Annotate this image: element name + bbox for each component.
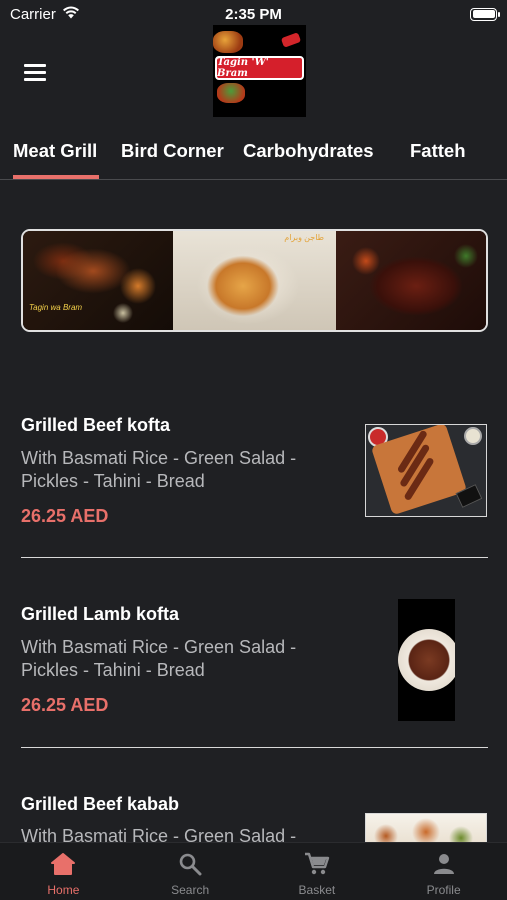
promo-banner[interactable]: Tagin wa Bram طاجن وبرام	[21, 229, 488, 332]
wifi-icon	[62, 6, 80, 23]
logo-text: Tagin 'W' Bram	[217, 57, 269, 79]
divider	[21, 747, 488, 748]
battery-icon	[470, 7, 500, 21]
tab-fatteh[interactable]: Fatteh	[410, 140, 466, 162]
cart-icon	[304, 851, 330, 877]
nav-search-label: Search	[171, 883, 210, 897]
divider	[21, 557, 488, 558]
nav-home[interactable]: Home	[0, 843, 127, 900]
category-tabs: Meat Grill Bird Corner Carbohydrates Fat…	[0, 130, 507, 180]
banner-watermark-arabic: طاجن وبرام	[284, 233, 324, 242]
item-name: Grilled Beef kofta	[21, 415, 171, 435]
app-header: Tagin 'W' Bram	[0, 25, 507, 120]
item-description: With Basmati Rice - Green Salad - Pickle…	[21, 637, 297, 680]
item-description: With Basmati Rice - Green Salad - Pickle…	[21, 448, 297, 491]
search-icon	[177, 851, 203, 877]
item-price: 26.25 AED	[21, 695, 109, 715]
item-image	[365, 424, 487, 517]
nav-home-label: Home	[47, 883, 80, 897]
active-tab-indicator	[13, 175, 99, 179]
item-name: Grilled Lamb kofta	[21, 604, 180, 624]
tab-carbohydrates[interactable]: Carbohydrates	[243, 140, 374, 162]
nav-search[interactable]: Search	[127, 843, 254, 900]
bottom-nav: Home Search Basket Profile	[0, 842, 507, 900]
nav-profile[interactable]: Profile	[380, 843, 507, 900]
nav-basket[interactable]: Basket	[254, 843, 381, 900]
item-name: Grilled Beef kabab	[21, 794, 180, 814]
home-icon	[50, 851, 76, 877]
banner-image-chicken: طاجن وبرام	[173, 231, 336, 330]
tab-bird-corner[interactable]: Bird Corner	[121, 140, 224, 162]
banner-image-lamb: Tagin wa Bram	[23, 231, 173, 330]
item-image	[398, 599, 455, 721]
carrier-label: Carrier	[10, 5, 56, 23]
person-icon	[431, 851, 457, 877]
item-price: 26.25 AED	[21, 506, 109, 526]
status-bar: Carrier 2:35 PM	[0, 0, 507, 28]
banner-watermark: Tagin wa Bram	[29, 303, 83, 312]
nav-basket-label: Basket	[298, 883, 336, 897]
restaurant-logo: Tagin 'W' Bram	[213, 25, 306, 117]
nav-profile-label: Profile	[426, 883, 461, 897]
tab-meat-grill[interactable]: Meat Grill	[13, 140, 97, 162]
banner-image-roast	[336, 231, 486, 330]
menu-icon[interactable]	[24, 64, 46, 81]
